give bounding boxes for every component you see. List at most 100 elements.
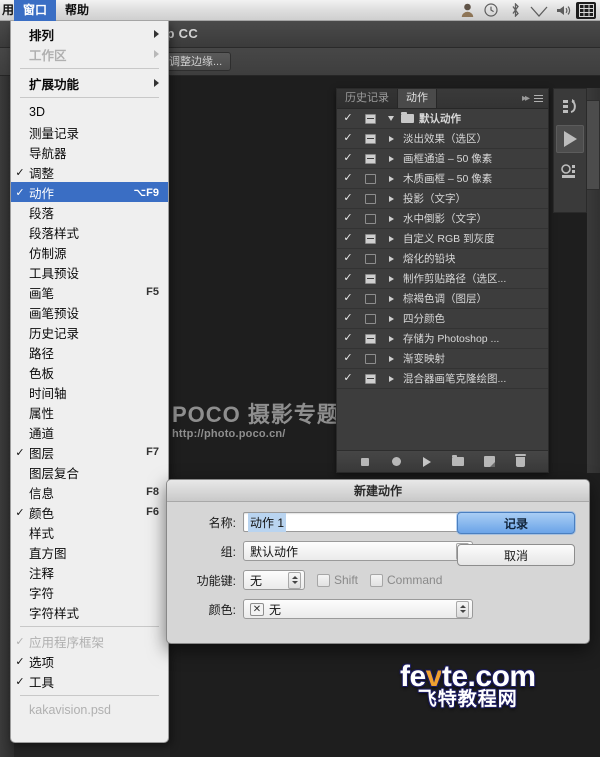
window-menu-dropdown[interactable]: 排列 工作区 扩展功能 3D 测量记录 导航器 ✓ 调整 ✓ 动作 ⌥F9 段落 段落样式 仿制源 工具预设… <box>10 21 169 743</box>
actions-play-icon[interactable] <box>556 125 584 153</box>
action-expand-toggle[interactable] <box>381 155 401 162</box>
action-expand-toggle[interactable] <box>381 175 401 182</box>
panel-menu-icon[interactable] <box>534 95 543 102</box>
menu-item-5[interactable]: 3D <box>11 102 168 122</box>
menu-item-6[interactable]: 测量记录 <box>11 122 168 142</box>
clock-icon[interactable] <box>480 0 502 21</box>
action-enable-checkbox[interactable]: ✓ <box>337 353 359 364</box>
menu-item-20[interactable]: 属性 <box>11 402 168 422</box>
action-row[interactable]: ✓ 木质画框 – 50 像素 <box>337 169 548 189</box>
actions-list[interactable]: ✓ 默认动作 ✓ 淡出效果（选区） ✓ 画框通道 – 50 像素 ✓ 木质画框 – 50 像素… <box>337 109 548 450</box>
volume-icon[interactable] <box>552 0 574 21</box>
cancel-button[interactable]: 取消 <box>457 544 575 566</box>
action-enable-checkbox[interactable]: ✓ <box>337 153 359 164</box>
action-dialog-toggle[interactable] <box>359 133 381 144</box>
menu-item-13[interactable]: 工具预设 <box>11 262 168 282</box>
action-expand-toggle[interactable] <box>381 215 401 222</box>
menu-item-25[interactable]: ✓ 颜色 F6 <box>11 502 168 522</box>
menu-item-15[interactable]: 画笔预设 <box>11 302 168 322</box>
action-enable-checkbox[interactable]: ✓ <box>337 213 359 224</box>
action-enable-checkbox[interactable]: ✓ <box>337 233 359 244</box>
record-icon[interactable] <box>389 455 403 469</box>
menu-item-10[interactable]: 段落 <box>11 202 168 222</box>
action-enable-checkbox[interactable]: ✓ <box>337 293 359 304</box>
play-icon[interactable] <box>420 455 434 469</box>
user-icon[interactable] <box>456 0 478 21</box>
action-row[interactable]: ✓ 四分颜色 <box>337 309 548 329</box>
action-dialog-toggle[interactable] <box>359 333 381 344</box>
action-dialog-toggle[interactable] <box>359 373 381 384</box>
action-dialog-toggle[interactable] <box>359 313 381 324</box>
menu-item-9[interactable]: ✓ 动作 ⌥F9 <box>11 182 168 202</box>
stop-icon[interactable] <box>358 455 372 469</box>
action-enable-checkbox[interactable]: ✓ <box>337 133 359 144</box>
action-dialog-toggle[interactable] <box>359 153 381 164</box>
new-set-icon[interactable] <box>451 455 465 469</box>
record-button[interactable]: 记录 <box>457 512 575 534</box>
action-expand-toggle[interactable] <box>381 335 401 342</box>
menu-item-3[interactable]: 扩展功能 <box>11 73 168 93</box>
menu-item-29[interactable]: 字符 <box>11 582 168 602</box>
action-expand-toggle[interactable] <box>381 375 401 382</box>
action-expand-toggle[interactable] <box>381 135 401 142</box>
fkey-select[interactable]: 无 <box>243 570 305 590</box>
menu-item-27[interactable]: 直方图 <box>11 542 168 562</box>
action-expand-toggle[interactable] <box>381 195 401 202</box>
menu-item-23[interactable]: 图层复合 <box>11 462 168 482</box>
action-expand-toggle[interactable] <box>381 235 401 242</box>
action-enable-checkbox[interactable]: ✓ <box>337 173 359 184</box>
group-select[interactable]: 默认动作 <box>243 541 473 561</box>
menu-item-22[interactable]: ✓ 图层 F7 <box>11 442 168 462</box>
action-expand-toggle[interactable] <box>381 275 401 282</box>
menu-item-12[interactable]: 仿制源 <box>11 242 168 262</box>
menubar-item-help[interactable]: 帮助 <box>56 0 98 21</box>
menu-item-21[interactable]: 通道 <box>11 422 168 442</box>
bluetooth-icon[interactable] <box>504 0 526 21</box>
action-row[interactable]: ✓ 制作剪贴路径（选区... <box>337 269 548 289</box>
menu-item-7[interactable]: 导航器 <box>11 142 168 162</box>
wifi-icon[interactable] <box>528 0 550 21</box>
action-enable-checkbox[interactable]: ✓ <box>337 193 359 204</box>
action-dialog-toggle[interactable] <box>359 293 381 304</box>
menu-item-24[interactable]: 信息 F8 <box>11 482 168 502</box>
menu-item-17[interactable]: 路径 <box>11 342 168 362</box>
action-expand-toggle[interactable] <box>381 255 401 262</box>
action-expand-toggle[interactable] <box>381 315 401 322</box>
menu-item-8[interactable]: ✓ 调整 <box>11 162 168 182</box>
refine-edge-button[interactable]: 调整边缘... <box>160 52 232 71</box>
menu-item-11[interactable]: 段落样式 <box>11 222 168 242</box>
action-row[interactable]: ✓ 渐变映射 <box>337 349 548 369</box>
action-enable-checkbox[interactable]: ✓ <box>337 313 359 324</box>
tab-history[interactable]: 历史记录 <box>337 89 398 108</box>
history-icon[interactable] <box>556 93 584 121</box>
menu-item-26[interactable]: 样式 <box>11 522 168 542</box>
action-row[interactable]: ✓ 投影（文字） <box>337 189 548 209</box>
action-row[interactable]: ✓ 淡出效果（选区） <box>337 129 548 149</box>
menu-item-19[interactable]: 时间轴 <box>11 382 168 402</box>
shift-checkbox[interactable]: Shift <box>317 573 358 587</box>
action-enable-checkbox[interactable]: ✓ <box>337 333 359 344</box>
name-input[interactable]: 动作 1 <box>243 512 473 532</box>
action-row[interactable]: ✓ 棕褐色调（图层） <box>337 289 548 309</box>
action-enable-checkbox[interactable]: ✓ <box>337 253 359 264</box>
action-enable-checkbox[interactable]: ✓ <box>337 373 359 384</box>
action-expand-toggle[interactable] <box>381 355 401 362</box>
menu-item-16[interactable]: 历史记录 <box>11 322 168 342</box>
action-enable-checkbox[interactable]: ✓ <box>337 273 359 284</box>
menu-item-18[interactable]: 色板 <box>11 362 168 382</box>
menu-item-28[interactable]: 注释 <box>11 562 168 582</box>
action-row[interactable]: ✓ 自定义 RGB 到灰度 <box>337 229 548 249</box>
menubar-item-truncated[interactable]: 用 <box>0 0 14 21</box>
action-row[interactable]: ✓ 存储为 Photoshop ... <box>337 329 548 349</box>
action-dialog-toggle[interactable] <box>359 173 381 184</box>
command-checkbox[interactable]: Command <box>370 573 442 587</box>
action-row[interactable]: ✓ 默认动作 <box>337 109 548 129</box>
action-expand-toggle[interactable] <box>381 295 401 302</box>
action-dialog-toggle[interactable] <box>359 353 381 364</box>
action-row[interactable]: ✓ 水中倒影（文字） <box>337 209 548 229</box>
action-dialog-toggle[interactable] <box>359 273 381 284</box>
tab-actions[interactable]: 动作 <box>398 89 437 108</box>
menu-item-0[interactable]: 排列 <box>11 24 168 44</box>
menu-item-34[interactable]: ✓ 工具 <box>11 671 168 691</box>
action-dialog-toggle[interactable] <box>359 233 381 244</box>
